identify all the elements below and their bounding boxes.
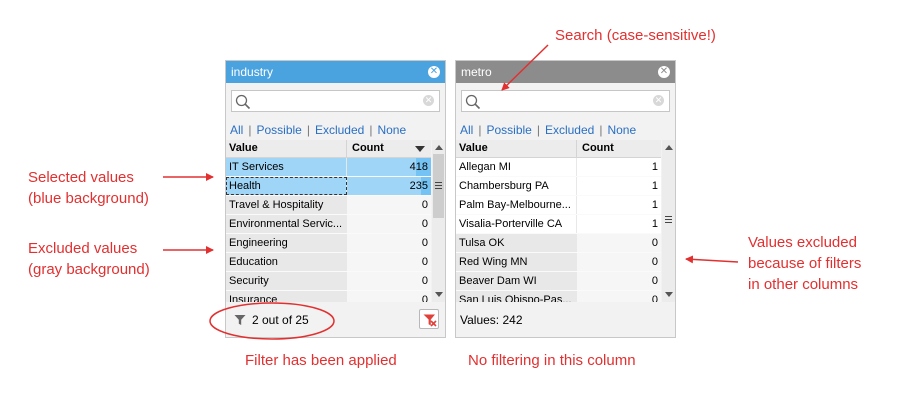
annotation-arrows xyxy=(163,44,739,340)
filter-applied-highlight xyxy=(209,302,335,340)
arrow-to-search xyxy=(501,44,549,91)
arrow-to-filtered xyxy=(685,255,739,264)
